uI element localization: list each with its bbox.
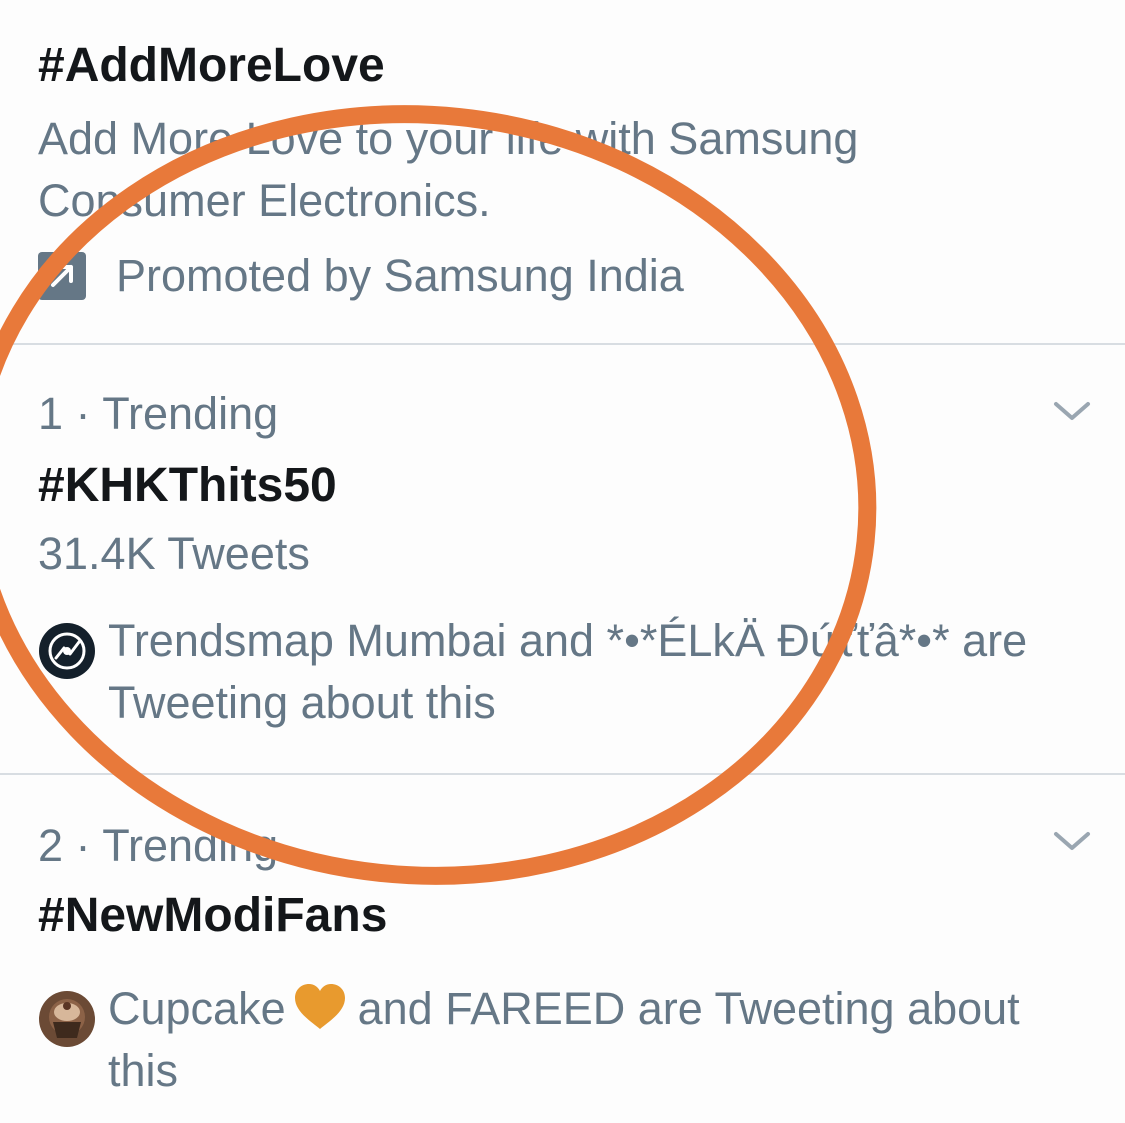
social-name: Cupcake	[108, 983, 286, 1034]
social-context-text: Cupcake and FAREED are Tweeting about thi…	[108, 978, 1078, 1102]
divider	[0, 773, 1125, 775]
social-context-text: Trendsmap Mumbai and *•*ÉLkÄ Ðứťťâ*•* ar…	[108, 615, 1028, 728]
trend-hashtag[interactable]: #NewModiFans	[38, 888, 387, 943]
chevron-down-icon[interactable]	[1050, 826, 1094, 856]
promoted-hashtag[interactable]: #AddMoreLove	[38, 38, 385, 93]
trends-panel: #AddMoreLove Add More Love to your life …	[0, 0, 1125, 1123]
divider	[0, 343, 1125, 345]
promoted-description: Add More Love to your life with Samsung …	[38, 113, 859, 226]
trend-rank-label: 2 · Trending	[38, 820, 279, 871]
trend-rank-label: 1 · Trending	[38, 388, 279, 439]
orange-heart-icon	[294, 984, 345, 1029]
cupcake-avatar-icon	[39, 991, 95, 1047]
promoted-by-label: Promoted by Samsung India	[116, 250, 684, 301]
trendsmap-avatar-icon	[39, 623, 95, 679]
promoted-by-line: Promoted by Samsung India	[38, 248, 684, 304]
tweet-count: 31.4K Tweets	[38, 528, 310, 579]
social-context: Trendsmap Mumbai and *•*ÉLkÄ Ðứťťâ*•* ar…	[38, 610, 1078, 734]
trend-hashtag[interactable]: #KHKThits50	[38, 458, 337, 513]
promoted-arrow-icon	[38, 252, 86, 300]
social-context: Cupcake and FAREED are Tweeting about thi…	[38, 978, 1078, 1102]
chevron-down-icon[interactable]	[1050, 396, 1094, 426]
